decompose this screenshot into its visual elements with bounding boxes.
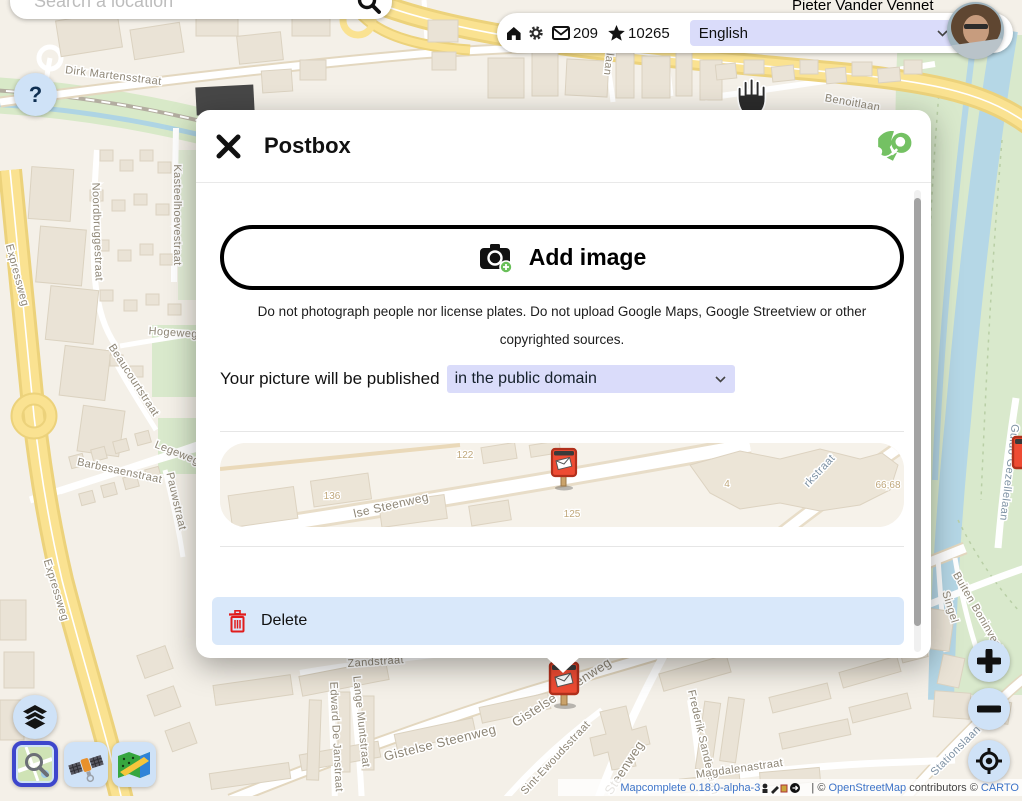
house-number: 4	[724, 479, 730, 490]
postbox-marker-edge[interactable]	[1008, 434, 1022, 484]
changeset-count[interactable]: 10265	[628, 25, 670, 42]
popup-body: Add image Do not photograph people nor l…	[196, 182, 931, 657]
layers-button[interactable]	[13, 695, 57, 739]
user-panel: 209 10265 English	[497, 13, 1013, 53]
attribution-contributors: contributors ©	[906, 782, 981, 794]
license-prefix: Your picture will be published	[220, 369, 440, 389]
layers-icon	[21, 703, 49, 731]
mapcomplete-logo-icon	[875, 127, 913, 165]
add-image-button[interactable]: Add image	[220, 225, 904, 290]
messages-envelope-icon[interactable]	[552, 26, 570, 40]
house-number: 66;68	[875, 480, 900, 491]
attribution-sep: | ©	[808, 782, 828, 794]
location-minimap[interactable]: 122 136 125 4 66;68 lse Steenweg rkstraa…	[220, 443, 904, 527]
popup-scrollbar-thumb[interactable]	[914, 198, 921, 626]
trash-icon	[228, 610, 247, 633]
map-style-icon	[116, 750, 152, 780]
osm-link[interactable]: OpenStreetMap	[828, 782, 906, 794]
camera-add-icon	[478, 241, 514, 274]
divider	[220, 546, 904, 547]
search-icon[interactable]	[356, 0, 382, 20]
crosshair-icon	[975, 747, 1003, 775]
attribution-icons	[761, 782, 807, 794]
avatar-glasses	[964, 24, 988, 29]
image-disclaimer: Do not photograph people nor license pla…	[220, 298, 904, 354]
license-row: Your picture will be published in the pu…	[220, 365, 904, 393]
attribution-bar: Mapcomplete 0.18.0-alpha-3 | © OpenStree…	[558, 779, 1022, 796]
satellite-style-icon	[68, 747, 104, 783]
zoom-in-button[interactable]	[968, 640, 1010, 682]
help-label: ?	[29, 82, 42, 108]
geolocate-button[interactable]	[968, 740, 1010, 782]
delete-label: Delete	[261, 612, 307, 630]
home-icon[interactable]	[505, 25, 522, 41]
delete-button[interactable]: Delete	[212, 597, 904, 645]
image-license-select[interactable]: in the public domain	[447, 365, 735, 393]
carto-link[interactable]: CARTO	[981, 782, 1019, 794]
zoom-out-button[interactable]	[968, 688, 1010, 730]
language-value: English	[699, 25, 748, 42]
osm-map-style-icon	[18, 747, 52, 781]
user-avatar[interactable]	[947, 2, 1004, 59]
mapcomplete-version-link[interactable]: Mapcomplete 0.18.0-alpha-3	[620, 782, 760, 794]
house-number: 122	[457, 450, 474, 461]
plus-icon	[977, 649, 1001, 673]
message-count[interactable]: 209	[573, 25, 598, 42]
user-name: Pieter Vander Vennet	[792, 0, 934, 14]
close-icon[interactable]	[215, 133, 242, 160]
search-bar[interactable]	[10, 0, 392, 19]
search-input[interactable]	[10, 0, 356, 12]
background-map-button[interactable]	[112, 742, 156, 787]
popup-title: Postbox	[264, 133, 875, 159]
postbox-popup: Postbox Add image Do not photograph peop…	[196, 110, 931, 658]
house-number: 136	[324, 491, 341, 502]
chevron-down-icon	[715, 376, 726, 383]
divider	[220, 431, 904, 432]
background-osm-button[interactable]	[12, 741, 58, 787]
help-button[interactable]: ?	[14, 73, 57, 116]
language-select[interactable]: English	[690, 20, 956, 46]
minus-icon	[977, 697, 1001, 721]
add-image-label: Add image	[529, 244, 647, 271]
changesets-star-icon[interactable]	[608, 25, 625, 41]
settings-gear-icon[interactable]	[528, 25, 544, 41]
license-value: in the public domain	[455, 370, 597, 388]
background-satellite-button[interactable]	[64, 742, 108, 787]
street-label: Kasteelhoevestraat	[171, 164, 183, 265]
popup-header: Postbox	[196, 110, 931, 182]
popup-pointer	[545, 656, 581, 673]
house-number: 125	[564, 509, 581, 520]
